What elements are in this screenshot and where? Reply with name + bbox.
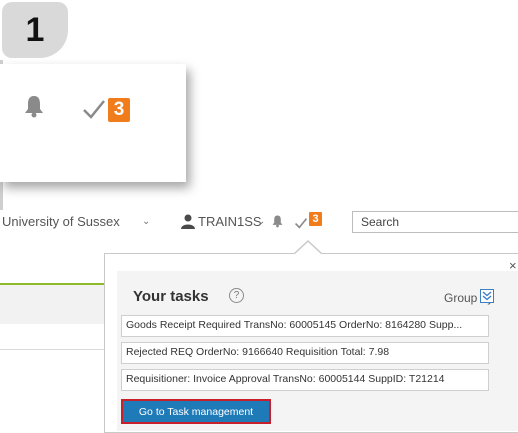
step-number-badge: 1 xyxy=(2,2,68,58)
chevron-down-icon[interactable]: ⌄ xyxy=(257,216,265,227)
chevron-down-icon[interactable]: ⌄ xyxy=(142,216,150,227)
zoomed-notification-callout: 3 xyxy=(0,64,186,182)
double-chevron-down-icon[interactable] xyxy=(480,289,494,303)
check-icon xyxy=(82,98,106,125)
task-count-badge[interactable]: 3 xyxy=(309,212,322,226)
divider xyxy=(0,349,106,350)
panel-title: Your tasks xyxy=(133,288,209,305)
user-menu[interactable]: TRAIN1SS xyxy=(198,214,262,229)
task-item[interactable]: Requisitioner: Invoice Approval TransNo:… xyxy=(121,369,489,391)
step-number: 1 xyxy=(25,10,45,49)
tasks-popup: × Your tasks ? Group by Goods Receipt Re… xyxy=(104,253,518,433)
page-band xyxy=(0,285,106,324)
header-bar: University of Sussex ⌄ TRAIN1SS ⌄ 3 xyxy=(0,208,518,238)
task-count-badge: 3 xyxy=(108,98,130,122)
organization-selector[interactable]: University of Sussex xyxy=(2,214,120,229)
go-to-task-management-button[interactable]: Go to Task management xyxy=(121,399,271,424)
tasks-panel: Your tasks ? Group by Goods Receipt Requ… xyxy=(117,271,518,431)
bell-icon xyxy=(24,94,44,123)
user-icon[interactable] xyxy=(180,213,196,234)
help-icon[interactable]: ? xyxy=(229,288,244,303)
tasks-check-icon[interactable] xyxy=(294,216,308,234)
task-item[interactable]: Rejected REQ OrderNo: 9166640 Requisitio… xyxy=(121,342,489,364)
notifications-bell-icon[interactable] xyxy=(272,214,283,233)
popup-pointer-fill xyxy=(295,242,321,254)
task-item[interactable]: Goods Receipt Required TransNo: 60005145… xyxy=(121,315,489,337)
search-input[interactable] xyxy=(352,211,518,233)
